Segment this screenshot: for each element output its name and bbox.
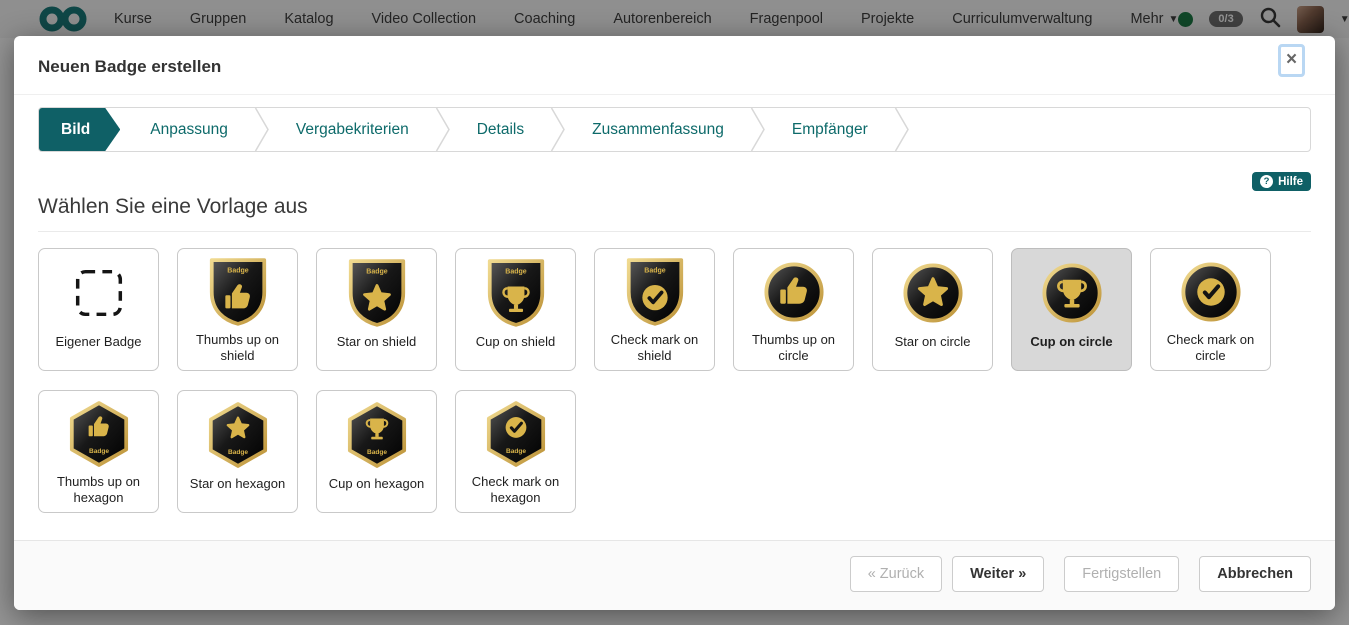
- svg-text:Badge: Badge: [227, 449, 247, 456]
- help-button-label: Hilfe: [1278, 176, 1303, 188]
- finish-button[interactable]: Fertigstellen: [1064, 556, 1179, 592]
- badge-template-label: Cup on shield: [476, 334, 556, 350]
- thumbs-up-on-hexagon-icon: Badge: [69, 399, 129, 469]
- badge-template-thumbs-up-on-circle[interactable]: Thumbs up on circle: [733, 248, 854, 371]
- question-mark-icon: ?: [1260, 175, 1273, 188]
- badge-template-check-mark-on-circle[interactable]: Check mark on circle: [1150, 248, 1271, 371]
- svg-text:Badge: Badge: [366, 449, 386, 456]
- custom-badge-icon: [68, 257, 130, 329]
- close-icon[interactable]: ×: [1278, 44, 1305, 77]
- modal-title: Neuen Badge erstellen: [38, 57, 221, 76]
- svg-text:Badge: Badge: [505, 448, 525, 455]
- cup-on-circle-icon: [1041, 257, 1103, 329]
- step-separator-icon: [550, 107, 566, 152]
- badge-template-label: Eigener Badge: [55, 334, 141, 350]
- cancel-button[interactable]: Abbrechen: [1199, 556, 1311, 592]
- wizard-step-details[interactable]: Details: [451, 108, 550, 151]
- check-on-circle-icon: [1180, 257, 1242, 327]
- badge-template-label: Star on hexagon: [190, 476, 285, 492]
- badge-template-label: Thumbs up on circle: [739, 332, 848, 364]
- badge-template-check-mark-on-hexagon[interactable]: Badge Check mark on hexagon: [455, 390, 576, 513]
- create-badge-modal: Neuen Badge erstellen × BildAnpassung Ver…: [14, 36, 1335, 610]
- svg-text:Badge: Badge: [644, 267, 666, 274]
- modal-header: Neuen Badge erstellen ×: [14, 36, 1335, 95]
- badge-template-cup-on-hexagon[interactable]: Badge Cup on hexagon: [316, 390, 437, 513]
- modal-footer: « Zurück Weiter » Fertigstellen Abbreche…: [14, 540, 1335, 610]
- star-on-hexagon-icon: Badge: [208, 399, 268, 471]
- badge-template-eigener-badge[interactable]: Eigener Badge: [38, 248, 159, 371]
- badge-template-label: Cup on circle: [1030, 334, 1112, 350]
- badge-template-star-on-circle[interactable]: Star on circle: [872, 248, 993, 371]
- svg-text:Badge: Badge: [227, 267, 249, 274]
- badge-template-label: Cup on hexagon: [329, 476, 424, 492]
- next-button[interactable]: Weiter »: [952, 556, 1044, 592]
- check-on-hexagon-icon: Badge: [486, 399, 546, 469]
- step-separator-icon: [435, 107, 451, 152]
- badge-template-label: Thumbs up on shield: [183, 332, 292, 364]
- badge-template-cup-on-circle[interactable]: Cup on circle: [1011, 248, 1132, 371]
- wizard-step-vergabekriterien[interactable]: Vergabekriterien: [270, 108, 435, 151]
- check-on-shield-icon: Badge: [625, 257, 685, 327]
- badge-template-label: Check mark on hexagon: [461, 474, 570, 506]
- svg-text:Badge: Badge: [366, 268, 388, 275]
- badge-template-star-on-hexagon[interactable]: Badge Star on hexagon: [177, 390, 298, 513]
- badge-template-thumbs-up-on-hexagon[interactable]: Badge Thumbs up on hexagon: [38, 390, 159, 513]
- star-on-circle-icon: [902, 257, 964, 329]
- svg-text:Badge: Badge: [88, 448, 108, 455]
- wizard-step-anpassung[interactable]: Anpassung: [124, 108, 254, 151]
- badge-template-cup-on-shield[interactable]: Badge Cup on shield: [455, 248, 576, 371]
- badge-template-label: Check mark on shield: [600, 332, 709, 364]
- star-on-shield-icon: Badge: [347, 257, 407, 329]
- thumbs-up-on-shield-icon: Badge: [208, 257, 268, 327]
- badge-template-label: Star on circle: [895, 334, 971, 350]
- step-separator-icon: [254, 107, 270, 152]
- badge-template-label: Star on shield: [337, 334, 417, 350]
- back-button[interactable]: « Zurück: [850, 556, 942, 592]
- svg-text:Badge: Badge: [505, 268, 527, 275]
- thumbs-up-on-circle-icon: [763, 257, 825, 327]
- cup-on-hexagon-icon: Badge: [347, 399, 407, 471]
- wizard-steps: BildAnpassung Vergabekriterien Details Zusa…: [38, 107, 1311, 152]
- badge-template-label: Thumbs up on hexagon: [44, 474, 153, 506]
- wizard-step-empfänger[interactable]: Empfänger: [766, 108, 894, 151]
- section-title: Wählen Sie eine Vorlage aus: [38, 195, 1311, 232]
- modal-body: BildAnpassung Vergabekriterien Details Zusa…: [14, 95, 1335, 540]
- badge-template-star-on-shield[interactable]: Badge Star on shield: [316, 248, 437, 371]
- badge-template-label: Check mark on circle: [1156, 332, 1265, 364]
- template-grid: Eigener Badge Badge Thumbs up on shield …: [38, 248, 1311, 513]
- badge-template-thumbs-up-on-shield[interactable]: Badge Thumbs up on shield: [177, 248, 298, 371]
- step-separator-icon: [750, 107, 766, 152]
- cup-on-shield-icon: Badge: [486, 257, 546, 329]
- step-separator-icon: [894, 107, 910, 152]
- help-button[interactable]: ? Hilfe: [1252, 172, 1311, 191]
- badge-template-check-mark-on-shield[interactable]: Badge Check mark on shield: [594, 248, 715, 371]
- wizard-step-zusammenfassung[interactable]: Zusammenfassung: [566, 108, 750, 151]
- wizard-step-bild[interactable]: Bild: [39, 108, 120, 151]
